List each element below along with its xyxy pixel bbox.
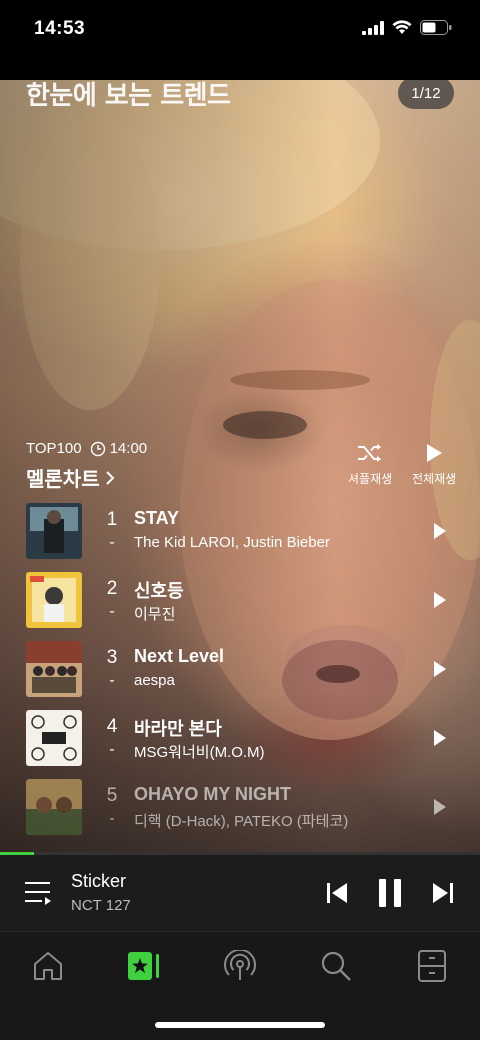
- podcast-icon: [224, 950, 256, 980]
- track-rank: 4: [106, 716, 118, 737]
- play-icon: [427, 444, 443, 462]
- library-icon: [418, 950, 446, 982]
- rank-change: -: [109, 533, 115, 551]
- play-all-button[interactable]: 전체재생: [412, 442, 456, 487]
- page-indicator: 1/12: [398, 80, 454, 109]
- shuffle-icon: [358, 444, 382, 462]
- shuffle-play-button[interactable]: 셔플재생: [348, 442, 392, 487]
- track-row[interactable]: 4 - 바라만 본다 MSG워너비(M.O.M): [26, 710, 466, 768]
- nav-home[interactable]: [28, 948, 68, 984]
- track-title: 신호등: [134, 581, 184, 601]
- track-play-icon[interactable]: [432, 728, 448, 748]
- chart-name: 멜론차트: [26, 467, 100, 491]
- status-time: 14:53: [34, 18, 86, 39]
- track-title: 바라만 본다: [134, 719, 222, 739]
- playlist-icon[interactable]: [24, 880, 52, 906]
- track-play-icon[interactable]: [432, 659, 448, 679]
- home-icon: [34, 952, 62, 980]
- pause-icon[interactable]: [377, 878, 403, 908]
- chart-time: 14:00: [109, 440, 148, 457]
- track-play-icon[interactable]: [432, 797, 448, 817]
- rank-change: -: [109, 809, 115, 827]
- search-icon: [321, 951, 351, 981]
- clock-icon: [90, 441, 105, 456]
- chevron-right-icon: [105, 470, 115, 485]
- track-title: OHAYO MY NIGHT: [134, 784, 292, 804]
- track-artist: 이무진: [134, 606, 176, 623]
- melon-chart-link[interactable]: 멜론차트: [26, 463, 116, 492]
- track-artist: 디핵 (D-Hack), PATEKO (파테코): [134, 813, 349, 830]
- nav-podcast[interactable]: [220, 948, 260, 984]
- track-play-icon[interactable]: [432, 590, 448, 610]
- album-art: [26, 572, 82, 628]
- battery-icon: [420, 20, 452, 35]
- track-rank: 5: [106, 785, 118, 806]
- track-row[interactable]: 1 - STAY The Kid LAROI, Justin Bieber: [26, 503, 466, 561]
- track-rank: 3: [106, 647, 118, 668]
- album-art: [26, 710, 82, 766]
- rank-change: -: [109, 740, 115, 758]
- wifi-icon: [392, 20, 412, 34]
- mini-player[interactable]: Sticker NCT 127: [0, 855, 480, 931]
- track-artist: The Kid LAROI, Justin Bieber: [134, 534, 330, 551]
- album-art: [26, 503, 82, 559]
- play-all-label: 전체재생: [412, 472, 457, 486]
- shuffle-label: 셔플재생: [348, 472, 393, 486]
- album-art: [26, 779, 82, 835]
- rank-change: -: [109, 602, 115, 620]
- nav-my-music[interactable]: [124, 948, 164, 984]
- now-playing-title: Sticker: [71, 871, 127, 891]
- track-rank: 2: [106, 578, 118, 599]
- nav-search[interactable]: [316, 948, 356, 984]
- track-artist: MSG워너비(M.O.M): [134, 744, 265, 761]
- hero-title: 한눈에 보는 트렌드: [26, 81, 231, 111]
- album-art: [26, 641, 82, 697]
- signal-icon: [362, 20, 384, 35]
- now-playing-artist: NCT 127: [71, 897, 131, 914]
- track-rank: 1: [106, 509, 118, 530]
- track-play-icon[interactable]: [432, 521, 448, 541]
- track-title: STAY: [134, 508, 180, 528]
- track-row[interactable]: 5 - OHAYO MY NIGHT 디핵 (D-Hack), PATEKO (…: [26, 779, 466, 837]
- chart-label: TOP100: [26, 440, 82, 457]
- track-title: Next Level: [134, 646, 225, 666]
- chart-meta: TOP100 14:00: [26, 440, 147, 457]
- next-icon[interactable]: [432, 881, 454, 905]
- status-icons: [362, 20, 452, 35]
- track-artist: aespa: [134, 672, 175, 689]
- home-indicator: [155, 1022, 325, 1028]
- nav-library[interactable]: [412, 948, 452, 984]
- track-row[interactable]: 3 - Next Level aespa: [26, 641, 466, 699]
- my-music-icon: [128, 952, 159, 980]
- previous-icon[interactable]: [326, 881, 348, 905]
- trend-hero[interactable]: 한눈에 보는 트렌드 1/12 TOP100 14:00 멜론차트 셔플재생 전…: [0, 80, 480, 852]
- rank-change: -: [109, 671, 115, 689]
- status-bar: 14:53: [0, 0, 480, 80]
- track-row[interactable]: 2 - 신호등 이무진: [26, 572, 466, 630]
